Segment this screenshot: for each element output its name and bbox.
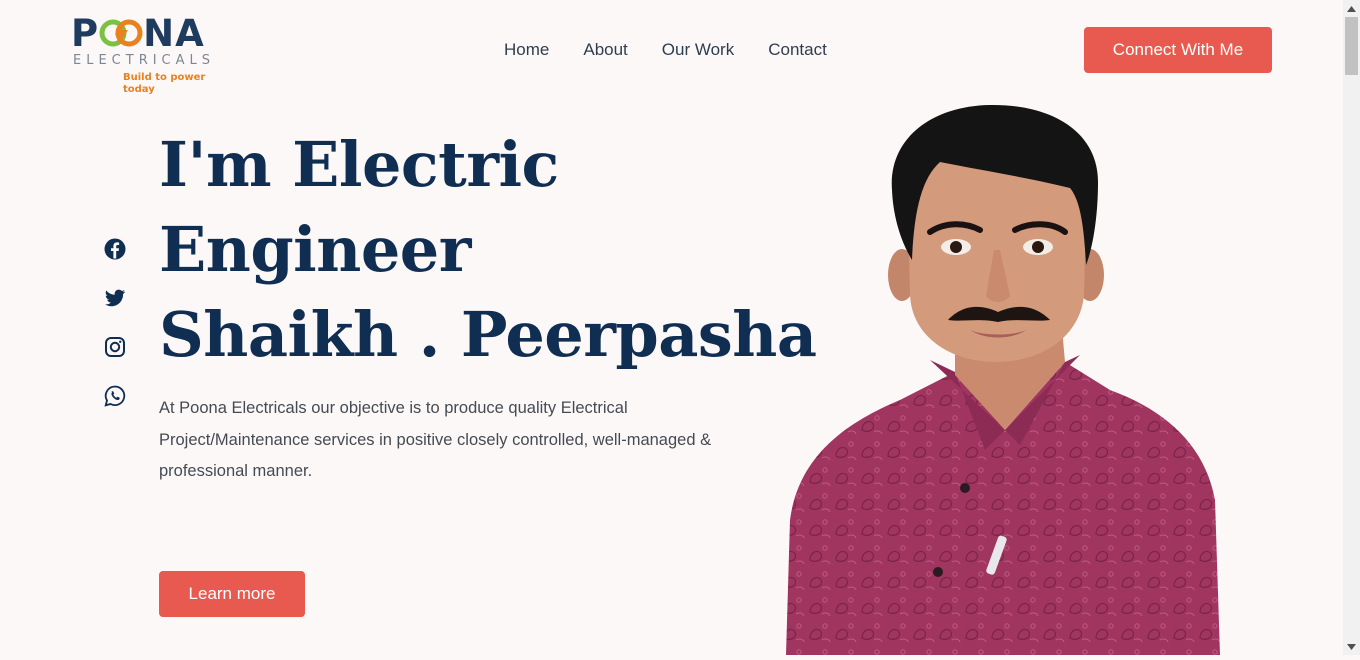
brand-logo[interactable]: P NA ELECTRICALS Build to power today [71, 14, 231, 96]
scroll-down-arrow-icon[interactable] [1343, 638, 1360, 655]
page-scrollbar[interactable] [1343, 0, 1360, 655]
logo-subtitle: ELECTRICALS [73, 53, 216, 68]
hero-headline: I'm Electric Engineer Shaikh . Peerpasha [159, 122, 817, 377]
social-links [103, 237, 129, 433]
logo-bolt-icon [99, 16, 143, 47]
main-nav: Home About Our Work Contact [504, 38, 861, 62]
twitter-icon[interactable] [103, 286, 127, 310]
scroll-thumb[interactable] [1345, 17, 1358, 75]
logo-letter-p: P [71, 12, 100, 55]
nav-contact[interactable]: Contact [768, 38, 827, 62]
scroll-up-arrow-icon[interactable] [1343, 0, 1360, 17]
logo-letters-na: NA [143, 12, 205, 55]
logo-wordmark: P NA [71, 14, 205, 54]
hero-description: At Poona Electricals our objective is to… [159, 399, 712, 480]
page: P NA ELECTRICALS Build to power today Hom… [0, 0, 1343, 655]
logo-tagline: Build to power today [123, 72, 206, 95]
facebook-icon[interactable] [103, 237, 127, 261]
learn-more-button[interactable]: Learn more [159, 571, 305, 617]
nav-our-work[interactable]: Our Work [662, 38, 734, 62]
hero-line-3: Shaikh . Peerpasha [159, 298, 817, 371]
instagram-icon[interactable] [103, 335, 127, 359]
portrait-image [780, 100, 1230, 655]
nav-about[interactable]: About [583, 38, 627, 62]
whatsapp-icon[interactable] [103, 384, 127, 408]
nav-home[interactable]: Home [504, 38, 549, 62]
hero-line-1: I'm Electric [159, 128, 559, 201]
hero-line-2: Engineer [159, 213, 471, 286]
connect-with-me-button[interactable]: Connect With Me [1084, 27, 1272, 73]
